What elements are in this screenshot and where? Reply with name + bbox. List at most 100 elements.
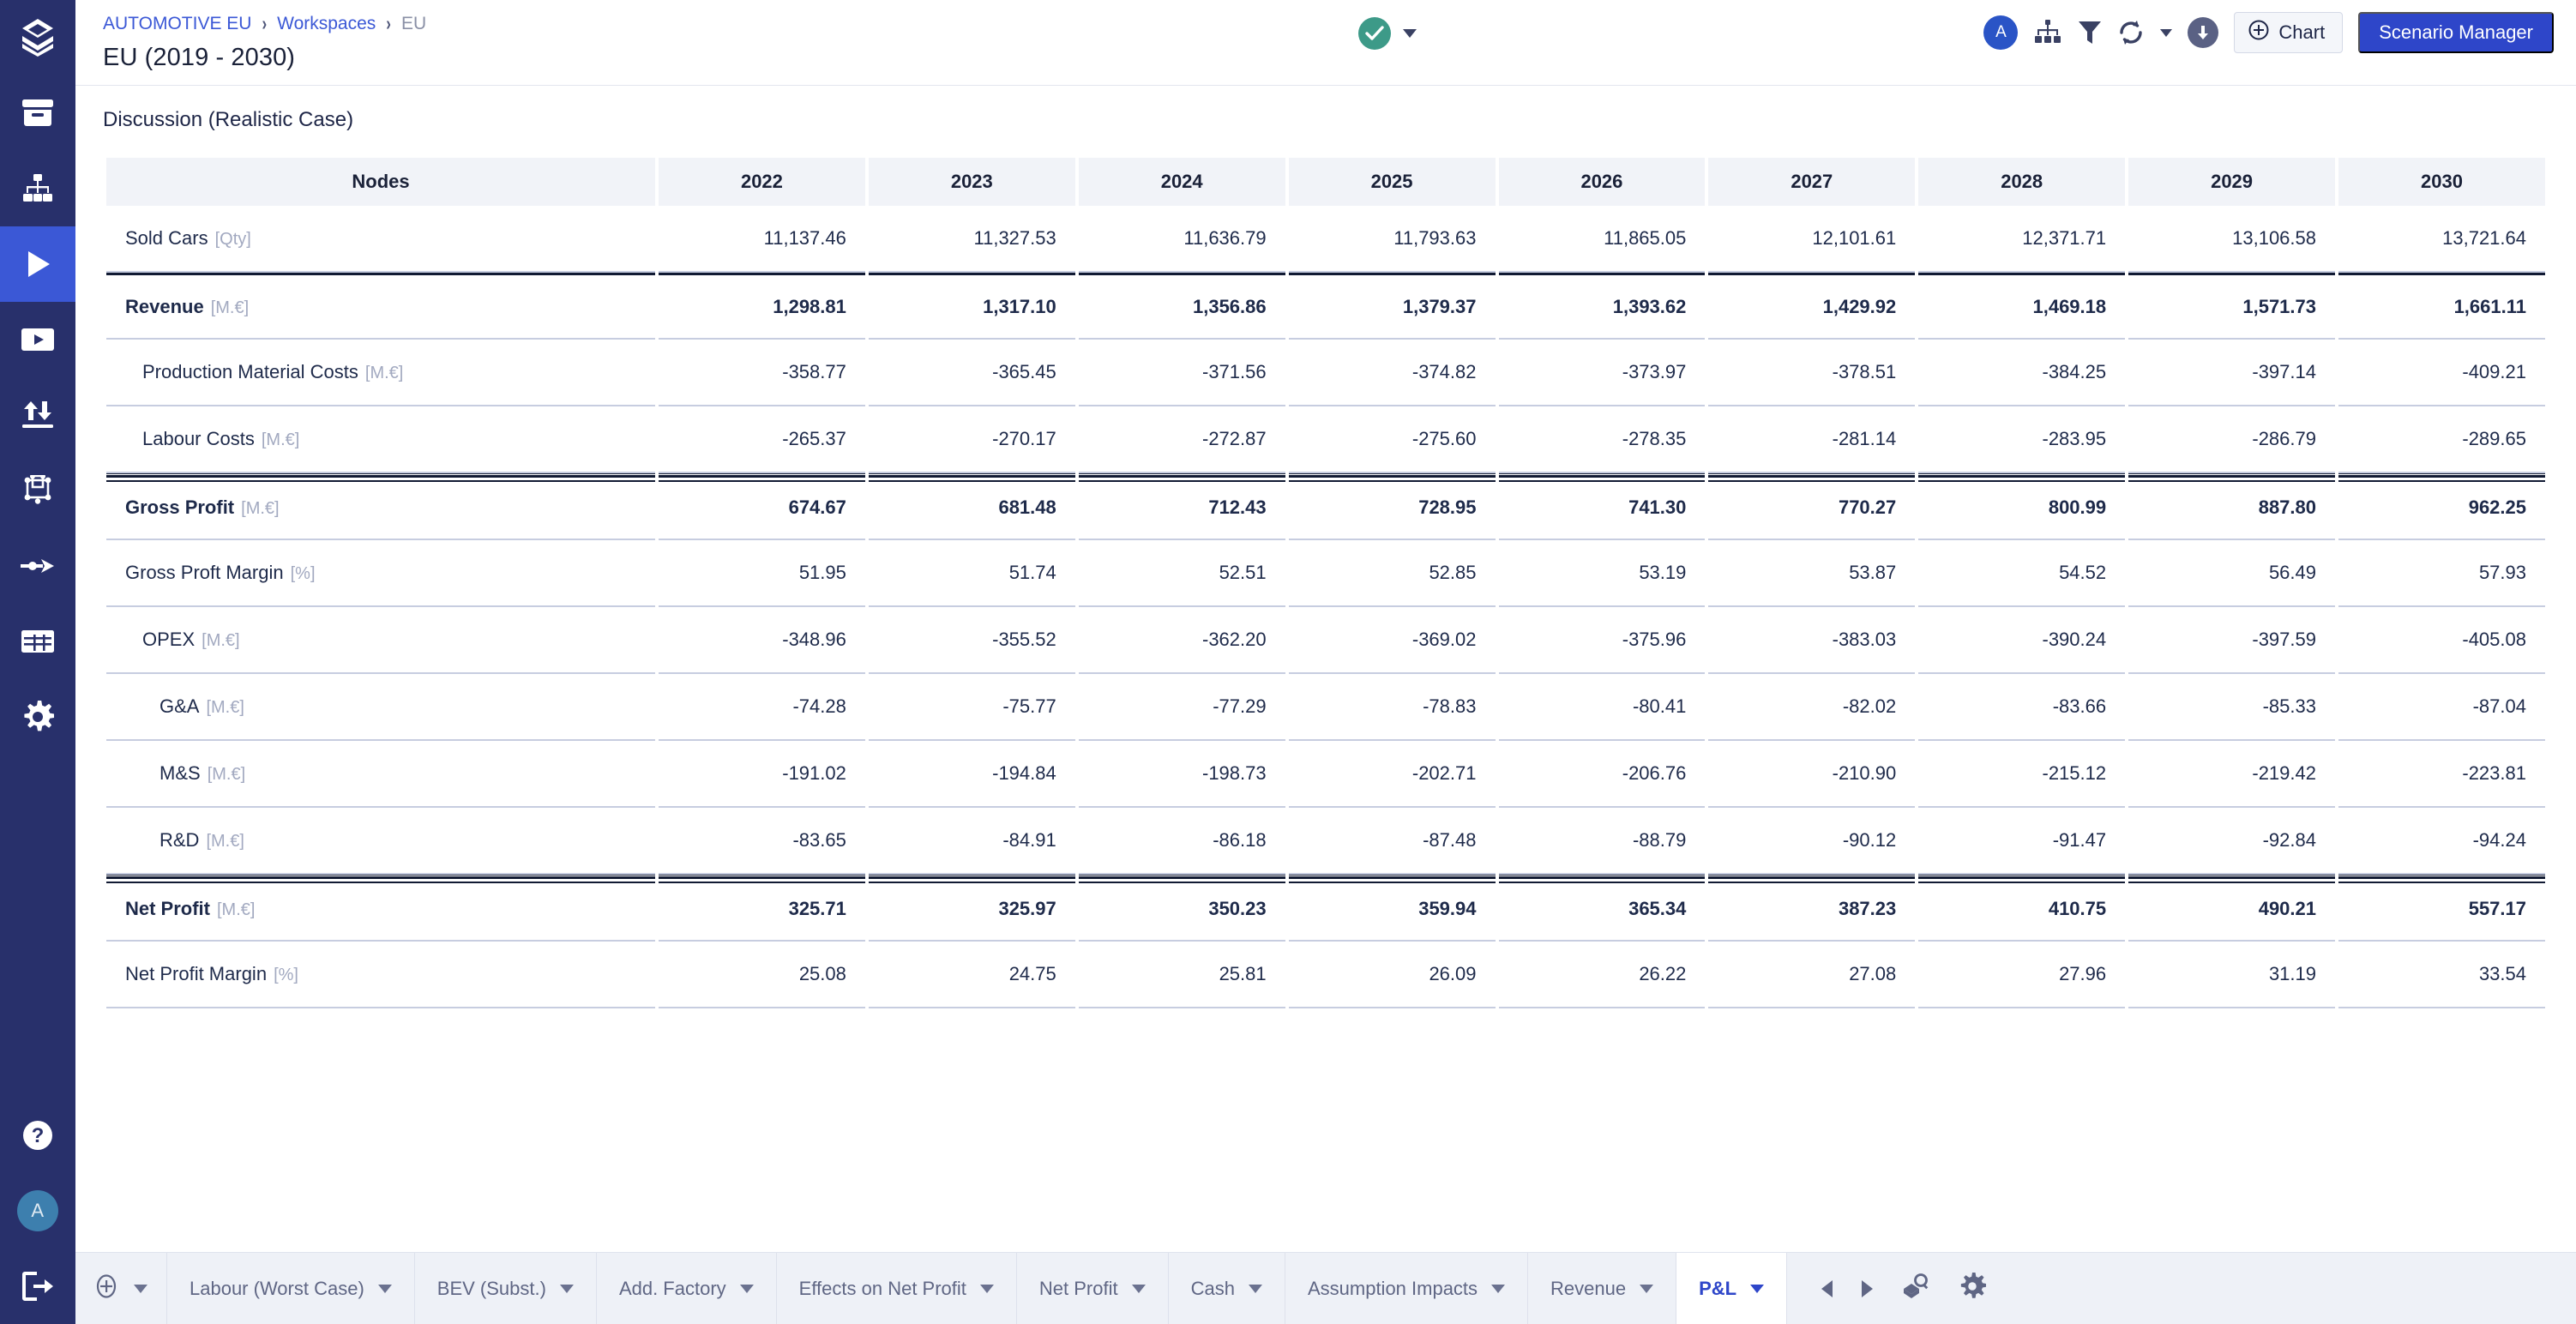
cell-2023[interactable]: 11,327.53 (868, 206, 1075, 273)
cell-2029[interactable]: -397.14 (2128, 340, 2335, 406)
assumptions-avatar[interactable]: A (1983, 15, 2019, 50)
breadcrumb-item-workspaces[interactable]: Workspaces (277, 12, 376, 36)
cell-2027[interactable]: -210.90 (1708, 741, 1916, 808)
table-row[interactable]: M&S [M.€] -191.02 -194.84 -198.73 -202.71 -206… (106, 741, 2545, 808)
table-row[interactable]: Revenue [M.€] 1,298.81 1,317.10 1,356.86 1,37… (106, 273, 2545, 340)
cell-2029[interactable]: 31.19 (2128, 942, 2335, 1008)
cell-2022[interactable]: 1,298.81 (659, 273, 865, 340)
tab-effects-on-net-profit[interactable]: Effects on Net Profit (777, 1253, 1017, 1324)
table-row[interactable]: R&D [M.€] -83.65 -84.91 -86.18 -87.48 -88.79 -9… (106, 808, 2545, 875)
column-header-2025[interactable]: 2025 (1288, 158, 1496, 206)
tab-add-factory[interactable]: Add. Factory (597, 1253, 777, 1324)
cell-2022[interactable]: -358.77 (659, 340, 865, 406)
prev-tab-button[interactable] (1821, 1279, 1833, 1297)
cell-2027[interactable]: -82.02 (1708, 674, 1916, 741)
cell-2023[interactable]: -75.77 (868, 674, 1075, 741)
next-tab-button[interactable] (1862, 1279, 1874, 1297)
sidebar-item-presentation[interactable] (0, 302, 75, 377)
breadcrumb-item-automotive-eu[interactable]: AUTOMOTIVE EU (103, 12, 251, 36)
cell-2026[interactable]: -278.35 (1498, 406, 1706, 473)
cell-2026[interactable]: -373.97 (1498, 340, 1706, 406)
cell-2024[interactable]: 1,356.86 (1078, 273, 1285, 340)
cell-2023[interactable]: -84.91 (868, 808, 1075, 875)
table-row[interactable]: Sold Cars [Qty] 11,137.46 11,327.53 11,636.7… (106, 206, 2545, 273)
cell-2027[interactable]: -281.14 (1708, 406, 1916, 473)
cell-2025[interactable]: 11,793.63 (1288, 206, 1496, 273)
table-row[interactable]: Net Profit [M.€] 325.71 325.97 350.23 359.94 3… (106, 875, 2545, 942)
cell-2024[interactable]: 11,636.79 (1078, 206, 1285, 273)
status-dropdown-caret-down-icon[interactable] (1403, 29, 1417, 38)
cell-2028[interactable]: -83.66 (1918, 674, 2126, 741)
cell-2026[interactable]: 53.19 (1498, 540, 1706, 607)
cell-2029[interactable]: -397.59 (2128, 607, 2335, 674)
chevron-down-icon[interactable] (377, 1284, 392, 1293)
cell-2029[interactable]: 1,571.73 (2128, 273, 2335, 340)
column-header-2026[interactable]: 2026 (1498, 158, 1706, 206)
cell-2023[interactable]: -365.45 (868, 340, 1075, 406)
cell-2029[interactable]: -219.42 (2128, 741, 2335, 808)
tab-bev-subst[interactable]: BEV (Subst.) (415, 1253, 597, 1324)
cell-2030[interactable]: -94.24 (2338, 808, 2545, 875)
cell-2022[interactable]: 325.71 (659, 875, 865, 942)
cell-2030[interactable]: 962.25 (2338, 473, 2545, 540)
cell-2027[interactable]: 27.08 (1708, 942, 1916, 1008)
tab-labour-worst-case[interactable]: Labour (Worst Case) (167, 1253, 415, 1324)
column-header-2030[interactable]: 2030 (2338, 158, 2545, 206)
table-row[interactable]: Production Material Costs [M.€] -358.77 -36… (106, 340, 2545, 406)
cell-2028[interactable]: 12,371.71 (1918, 206, 2126, 273)
app-logo[interactable] (0, 0, 75, 75)
cell-2029[interactable]: 887.80 (2128, 473, 2335, 540)
find-tab-button[interactable] (1902, 1273, 1929, 1303)
cell-2024[interactable]: -86.18 (1078, 808, 1285, 875)
cell-2028[interactable]: -390.24 (1918, 607, 2126, 674)
refresh-button[interactable] (2117, 19, 2145, 46)
cell-2025[interactable]: 1,379.37 (1288, 273, 1496, 340)
cell-2030[interactable]: 1,661.11 (2338, 273, 2545, 340)
cell-2024[interactable]: 712.43 (1078, 473, 1285, 540)
cell-2028[interactable]: 27.96 (1918, 942, 2126, 1008)
cell-2028[interactable]: 1,469.18 (1918, 273, 2126, 340)
table-row[interactable]: Labour Costs [M.€] -265.37 -270.17 -272.87 -2… (106, 406, 2545, 473)
sidebar-item-help[interactable]: ? (0, 1098, 75, 1173)
tab-settings-button[interactable] (1959, 1273, 1987, 1304)
column-header-nodes[interactable]: Nodes (106, 158, 655, 206)
cell-2025[interactable]: -202.71 (1288, 741, 1496, 808)
cell-2029[interactable]: -92.84 (2128, 808, 2335, 875)
cell-2027[interactable]: -383.03 (1708, 607, 1916, 674)
cell-2023[interactable]: -194.84 (868, 741, 1075, 808)
download-button[interactable] (2188, 17, 2219, 48)
cell-2028[interactable]: -215.12 (1918, 741, 2126, 808)
table-row[interactable]: G&A [M.€] -74.28 -75.77 -77.29 -78.83 -80.41 -8… (106, 674, 2545, 741)
cell-2026[interactable]: 26.22 (1498, 942, 1706, 1008)
cell-2024[interactable]: 52.51 (1078, 540, 1285, 607)
cell-2028[interactable]: 800.99 (1918, 473, 2126, 540)
cell-2027[interactable]: -378.51 (1708, 340, 1916, 406)
hierarchy-button[interactable] (2033, 20, 2062, 45)
cell-2027[interactable]: 53.87 (1708, 540, 1916, 607)
cell-2024[interactable]: -362.20 (1078, 607, 1285, 674)
sidebar-item-flow[interactable] (0, 528, 75, 604)
sidebar-item-run-simulation[interactable] (0, 226, 75, 302)
cell-2022[interactable]: -83.65 (659, 808, 865, 875)
sidebar-item-account[interactable]: A (0, 1173, 75, 1249)
cell-2029[interactable]: 13,106.58 (2128, 206, 2335, 273)
cell-2028[interactable]: -283.95 (1918, 406, 2126, 473)
cell-2030[interactable]: 13,721.64 (2338, 206, 2545, 273)
column-header-2023[interactable]: 2023 (868, 158, 1075, 206)
tab-net-profit[interactable]: Net Profit (1017, 1253, 1169, 1324)
chevron-down-icon[interactable] (1491, 1284, 1506, 1293)
cell-2025[interactable]: 52.85 (1288, 540, 1496, 607)
cell-2029[interactable]: 56.49 (2128, 540, 2335, 607)
chevron-down-icon[interactable] (1131, 1284, 1146, 1293)
cell-2023[interactable]: -355.52 (868, 607, 1075, 674)
tab-p-l[interactable]: P&L (1676, 1253, 1788, 1324)
cell-2029[interactable]: -286.79 (2128, 406, 2335, 473)
cell-2027[interactable]: 1,429.92 (1708, 273, 1916, 340)
tab-revenue[interactable]: Revenue (1528, 1253, 1677, 1324)
cell-2023[interactable]: -270.17 (868, 406, 1075, 473)
cell-2022[interactable]: 674.67 (659, 473, 865, 540)
cell-2026[interactable]: 11,865.05 (1498, 206, 1706, 273)
tab-cash[interactable]: Cash (1169, 1253, 1285, 1324)
column-header-2022[interactable]: 2022 (659, 158, 865, 206)
cell-2026[interactable]: 1,393.62 (1498, 273, 1706, 340)
